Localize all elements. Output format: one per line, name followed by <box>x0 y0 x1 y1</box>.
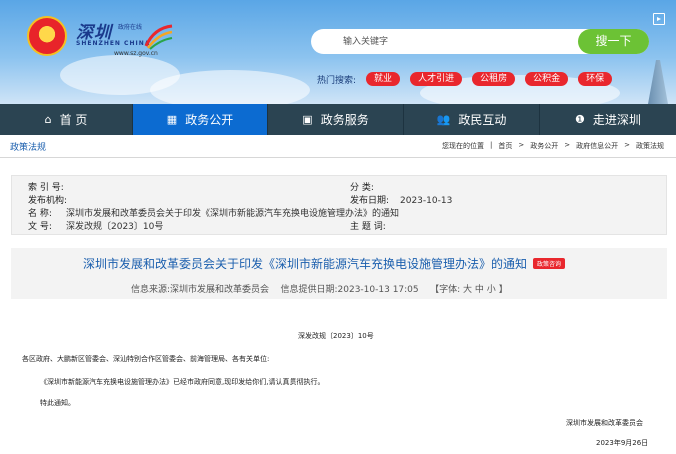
body-paragraph: 特此通知。 <box>40 399 75 407</box>
policy-consult-badge[interactable]: 政策咨询 <box>533 258 566 269</box>
breadcrumb-separator: > <box>624 141 630 149</box>
breadcrumb-link[interactable]: 政务公开 <box>530 141 558 151</box>
logo-text-en: SHENZHEN CHINA <box>76 40 151 47</box>
article-title: 深圳市发展和改革委员会关于印发《深圳市新能源汽车充换电设施管理办法》的通知 政策咨… <box>83 255 566 272</box>
breadcrumb-bar: 政策法规 您现在的位置 | 首页 > 政务公开 > 政府信息公开 > 政策法规 <box>0 135 676 158</box>
breadcrumb-separator: > <box>518 141 525 149</box>
people-icon: 👥 <box>436 113 451 126</box>
article-info: 信息来源:深圳市发展和改革委员会 信息提供日期:2023-10-13 17:05… <box>131 282 508 295</box>
search-input[interactable] <box>343 34 573 49</box>
search-box: 搜一下 <box>311 29 649 54</box>
meta-index: 索 引 号: <box>28 183 64 193</box>
nav-item-about-shenzhen[interactable]: ❶ 走进深圳 <box>540 104 676 135</box>
meta-category: 分 类: <box>350 183 374 193</box>
body-signdate: 2023年9月26日 <box>596 439 649 447</box>
meta-name: 名 称: 深圳市发展和改革委员会关于印发《深圳市新能源汽车充换电设施管理办法》的通… <box>28 209 400 219</box>
article-header: 深圳市发展和改革委员会关于印发《深圳市新能源汽车充换电设施管理办法》的通知 政策咨… <box>11 248 667 299</box>
hot-tag[interactable]: 人才引进 <box>410 72 463 86</box>
pin-icon: ❶ <box>575 113 585 126</box>
grid-icon: ▦ <box>166 113 178 126</box>
body-paragraph: 《深圳市新能源汽车充换电设施管理办法》已经市政府同意,现印发给你们,请认真贯彻执… <box>40 378 325 386</box>
nav-item-gov-service[interactable]: ▣ 政务服务 <box>268 104 404 135</box>
font-size-label: 【字体: <box>430 285 461 295</box>
font-large-button[interactable]: 大 <box>463 285 472 295</box>
breadcrumb-link[interactable]: 首页 <box>498 141 512 151</box>
nav-item-home[interactable]: ⌂ 首 页 <box>0 104 133 135</box>
nav-item-gov-open[interactable]: ▦ 政务公开 <box>133 104 268 135</box>
font-medium-button[interactable]: 中 <box>475 285 484 295</box>
logo-url: www.sz.gov.cn <box>114 50 158 57</box>
document-meta-table: 索 引 号: 分 类: 发布机构: 发布日期: 2023-10-13 名 称: 深圳… <box>11 175 667 235</box>
hot-search-label: 热门搜索: <box>317 75 357 86</box>
article-source: 信息来源:深圳市发展和改革委员会 <box>131 285 270 295</box>
hot-tag[interactable]: 公积金 <box>525 72 569 86</box>
logo-swoosh-icon <box>144 24 173 50</box>
meta-issuer: 发布机构: <box>28 196 68 206</box>
monitor-icon: ▣ <box>302 113 313 126</box>
hot-tag[interactable]: 环保 <box>578 72 613 86</box>
meta-subject: 主 题 词: <box>350 222 386 232</box>
cloud-decoration <box>150 70 310 104</box>
main-nav: ⌂ 首 页 ▦ 政务公开 ▣ 政务服务 👥 政民互动 ❶ 走进深圳 <box>0 104 676 135</box>
meta-docno: 文 号: 深发改规〔2023〕10号 <box>28 222 164 232</box>
breadcrumb-separator: | <box>490 141 493 149</box>
font-size-end: 】 <box>498 285 508 295</box>
nav-label: 政务服务 <box>320 113 369 127</box>
breadcrumb-link[interactable]: 政府信息公开 <box>576 141 618 151</box>
exit-icon[interactable] <box>653 13 665 25</box>
breadcrumb: 您现在的位置 | 首页 > 政务公开 > 政府信息公开 > 政策法规 <box>442 141 664 151</box>
meta-date: 发布日期: 2023-10-13 <box>350 196 453 206</box>
body-signature: 深圳市发展和改革委员会 <box>566 419 643 427</box>
hot-tag[interactable]: 就业 <box>366 72 401 86</box>
hot-search: 热门搜索: 就业 人才引进 公租房 公积金 环保 <box>317 72 622 86</box>
nav-label: 政民互动 <box>458 113 507 127</box>
home-icon: ⌂ <box>44 113 52 126</box>
header-banner: ★ 深圳 政府在线 SHENZHEN CHINA www.sz.gov.cn 搜… <box>0 0 676 104</box>
hot-tag[interactable]: 公租房 <box>472 72 516 86</box>
site-logo[interactable]: 深圳 政府在线 SHENZHEN CHINA www.sz.gov.cn <box>74 18 174 62</box>
skyline-decoration <box>648 60 668 104</box>
breadcrumb-label: 您现在的位置 <box>442 142 485 150</box>
font-small-button[interactable]: 小 <box>487 285 496 295</box>
body-docno: 深发改规〔2023〕10号 <box>298 332 374 340</box>
nav-item-interaction[interactable]: 👥 政民互动 <box>404 104 540 135</box>
breadcrumb-link[interactable]: 政策法规 <box>636 141 664 151</box>
nav-label: 首 页 <box>59 113 88 127</box>
nav-label: 走进深圳 <box>592 113 641 127</box>
breadcrumb-separator: > <box>564 141 571 149</box>
nav-label: 政务公开 <box>185 113 234 127</box>
article-date: 信息提供日期:2023-10-13 17:05 <box>280 285 419 295</box>
national-emblem-icon: ★ <box>27 16 67 56</box>
search-button[interactable]: 搜一下 <box>578 29 649 54</box>
section-title: 政策法规 <box>10 143 47 153</box>
logo-text-small: 政府在线 <box>118 24 143 31</box>
body-addressee: 各区政府、大鹏新区管委会、深汕特别合作区管委会、前海管理局、各有关单位: <box>22 355 270 363</box>
